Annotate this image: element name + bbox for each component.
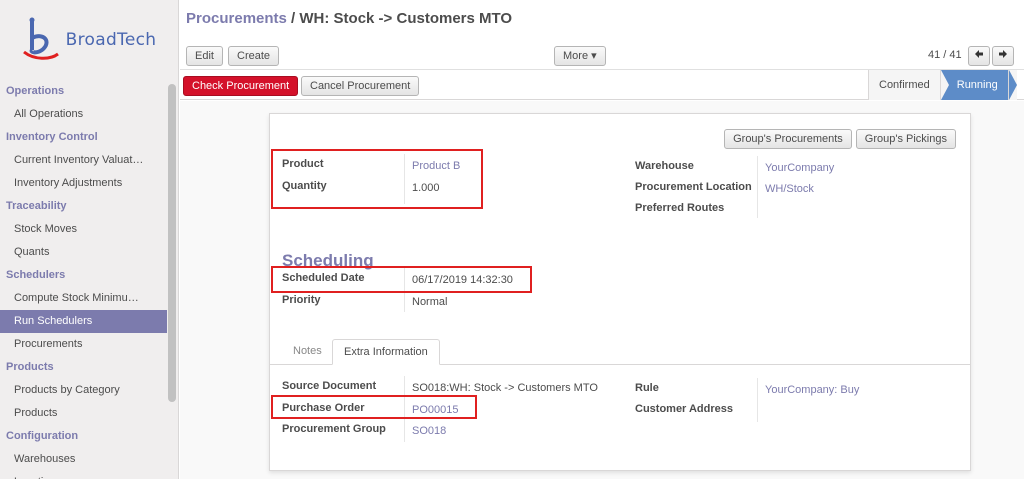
notebook-tabs: Notes Extra Information	[270, 339, 970, 365]
main-area: Procurements / WH: Stock -> Customers MT…	[180, 0, 1024, 479]
menu-section-traceability: Traceability	[6, 200, 67, 212]
form-view: Group's Procurements Group's Pickings Pr…	[180, 101, 1024, 479]
highlight-box-scheduled-date	[271, 266, 532, 293]
menu-item-compute-stock-minimum[interactable]: Compute Stock Minimu…	[0, 287, 167, 310]
control-panel: Procurements / WH: Stock -> Customers MT…	[180, 0, 1024, 70]
menu-section-inventory-control: Inventory Control	[6, 131, 98, 143]
rule-label: Rule	[635, 382, 659, 394]
broadtech-logo-icon	[22, 17, 59, 60]
tab-notes[interactable]: Notes	[282, 339, 333, 365]
procurement-location-label: Procurement Location	[635, 181, 752, 193]
menu-item-products-by-category[interactable]: Products by Category	[0, 379, 167, 402]
field-divider	[757, 378, 758, 422]
procurement-group-field[interactable]: SO018	[412, 421, 446, 441]
warehouse-field[interactable]: YourCompany	[765, 158, 834, 178]
source-document-label: Source Document	[282, 380, 377, 392]
menu-item-warehouses[interactable]: Warehouses	[0, 448, 167, 471]
pager-counter: 41 / 41	[928, 49, 962, 61]
sidebar: BroadTech Operations All Operations Inve…	[0, 0, 179, 479]
preferred-routes-label: Preferred Routes	[635, 202, 725, 214]
rule-field[interactable]: YourCompany: Buy	[765, 380, 859, 400]
stage-confirmed: Confirmed	[868, 70, 940, 100]
groups-pickings-button[interactable]: Group's Pickings	[855, 129, 956, 149]
stage-running: Running	[939, 70, 1008, 100]
tab-extra-information[interactable]: Extra Information	[332, 339, 440, 365]
menu-section-products: Products	[6, 361, 54, 373]
priority-field[interactable]: Normal	[412, 292, 447, 312]
menu-item-inventory-adjustments[interactable]: Inventory Adjustments	[0, 172, 167, 195]
create-button[interactable]: Create	[228, 46, 280, 66]
brand-name: BroadTech	[65, 30, 157, 50]
menu-item-procurements[interactable]: Procurements	[0, 333, 167, 356]
customer-address-label: Customer Address	[635, 403, 734, 415]
menu-section-configuration: Configuration	[6, 430, 79, 442]
sidebar-scrollbar[interactable]	[168, 84, 176, 402]
breadcrumb-separator: /	[286, 10, 300, 27]
breadcrumb-current: WH: Stock -> Customers MTO	[299, 10, 513, 27]
highlight-box-purchase-order	[271, 395, 477, 419]
menu-item-current-inventory-valuation[interactable]: Current Inventory Valuat…	[0, 149, 167, 172]
breadcrumb-procurements-link[interactable]: Procurements	[186, 10, 287, 27]
highlight-box-product	[271, 149, 483, 209]
arrow-left-icon	[975, 50, 983, 58]
menu-item-products[interactable]: Products	[0, 402, 167, 425]
menu-section-operations: Operations	[6, 85, 65, 97]
field-divider	[757, 156, 758, 218]
stage-next: D	[1007, 70, 1017, 100]
warehouse-label: Warehouse	[635, 160, 694, 172]
menu-item-stock-moves[interactable]: Stock Moves	[0, 218, 167, 241]
groups-procurements-button[interactable]: Group's Procurements	[724, 129, 852, 149]
smart-buttons: Group's Procurements Group's Pickings	[724, 129, 956, 149]
form-sheet: Group's Procurements Group's Pickings Pr…	[269, 113, 971, 471]
more-dropdown-button[interactable]: More ▾	[554, 46, 606, 66]
brand-logo[interactable]: BroadTech	[0, 0, 178, 80]
menu-section-schedulers: Schedulers	[6, 269, 66, 281]
check-procurement-button[interactable]: Check Procurement	[183, 76, 299, 96]
pager-previous-button[interactable]	[968, 46, 990, 66]
breadcrumb: Procurements / WH: Stock -> Customers MT…	[186, 10, 512, 27]
status-stages: Confirmed Running D	[868, 70, 1017, 100]
edit-button[interactable]: Edit	[186, 46, 223, 66]
priority-label: Priority	[282, 294, 321, 306]
arrow-right-icon	[999, 50, 1007, 58]
form-statusbar: Check Procurement Cancel Procurement Con…	[180, 70, 1024, 100]
cancel-procurement-button[interactable]: Cancel Procurement	[301, 76, 420, 96]
pager-next-button[interactable]	[992, 46, 1014, 66]
menu-item-locations[interactable]: Locations	[0, 471, 167, 479]
procurement-location-field[interactable]: WH/Stock	[765, 179, 814, 199]
menu-item-run-schedulers[interactable]: Run Schedulers	[0, 310, 167, 333]
menu-item-quants[interactable]: Quants	[0, 241, 167, 264]
sidebar-menu: Operations All Operations Inventory Cont…	[0, 80, 167, 479]
menu-item-all-operations[interactable]: All Operations	[0, 103, 167, 126]
procurement-group-label: Procurement Group	[282, 423, 386, 435]
